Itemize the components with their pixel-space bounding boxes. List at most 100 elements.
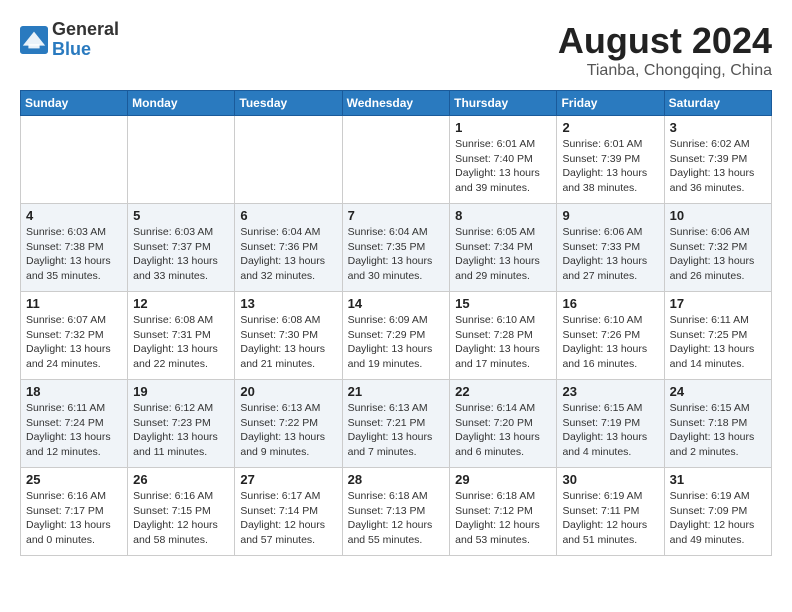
sub-title: Tianba, Chongqing, China — [558, 62, 772, 80]
day-number: 31 — [670, 472, 766, 487]
calendar-cell: 10 Sunrise: 6:06 AM Sunset: 7:32 PM Dayli… — [664, 204, 771, 292]
logo-icon — [20, 26, 48, 54]
calendar-cell: 13 Sunrise: 6:08 AM Sunset: 7:30 PM Dayli… — [235, 292, 342, 380]
day-info: Sunrise: 6:08 AM Sunset: 7:31 PM Dayligh… — [133, 313, 229, 372]
day-number: 19 — [133, 384, 229, 399]
logo: General Blue — [20, 20, 119, 60]
calendar-week-row: 25Sunrise: 6:16 AM Sunset: 7:17 PM Dayli… — [21, 468, 772, 556]
day-info: Sunrise: 6:14 AM Sunset: 7:20 PM Dayligh… — [455, 401, 551, 460]
day-number: 24 — [670, 384, 766, 399]
day-info: Sunrise: 6:05 AM Sunset: 7:34 PM Dayligh… — [455, 225, 551, 284]
calendar-cell — [342, 116, 450, 204]
calendar-week-row: 4 Sunrise: 6:03 AM Sunset: 7:38 PM Daylig… — [21, 204, 772, 292]
day-number: 9 — [562, 208, 658, 223]
day-number: 22 — [455, 384, 551, 399]
calendar-cell: 29Sunrise: 6:18 AM Sunset: 7:12 PM Dayli… — [450, 468, 557, 556]
weekday-header: Thursday — [450, 91, 557, 116]
weekday-header: Tuesday — [235, 91, 342, 116]
calendar-cell: 4 Sunrise: 6:03 AM Sunset: 7:38 PM Daylig… — [21, 204, 128, 292]
day-info: Sunrise: 6:12 AM Sunset: 7:23 PM Dayligh… — [133, 401, 229, 460]
calendar-week-row: 18 Sunrise: 6:11 AM Sunset: 7:24 PM Dayli… — [21, 380, 772, 468]
calendar-cell: 1 Sunrise: 6:01 AM Sunset: 7:40 PM Daylig… — [450, 116, 557, 204]
day-info: Sunrise: 6:09 AM Sunset: 7:29 PM Dayligh… — [348, 313, 445, 372]
day-info: Sunrise: 6:15 AM Sunset: 7:19 PM Dayligh… — [562, 401, 658, 460]
day-info: Sunrise: 6:04 AM Sunset: 7:35 PM Dayligh… — [348, 225, 445, 284]
day-info: Sunrise: 6:11 AM Sunset: 7:25 PM Dayligh… — [670, 313, 766, 372]
day-number: 1 — [455, 120, 551, 135]
day-info: Sunrise: 6:19 AM Sunset: 7:09 PM Dayligh… — [670, 489, 766, 548]
calendar-table: SundayMondayTuesdayWednesdayThursdayFrid… — [20, 90, 772, 556]
day-info: Sunrise: 6:03 AM Sunset: 7:38 PM Dayligh… — [26, 225, 122, 284]
day-info: Sunrise: 6:10 AM Sunset: 7:28 PM Dayligh… — [455, 313, 551, 372]
calendar-cell: 27Sunrise: 6:17 AM Sunset: 7:14 PM Dayli… — [235, 468, 342, 556]
calendar-cell: 28 Sunrise: 6:18 AM Sunset: 7:13 PM Dayli… — [342, 468, 450, 556]
calendar-cell: 8 Sunrise: 6:05 AM Sunset: 7:34 PM Daylig… — [450, 204, 557, 292]
day-info: Sunrise: 6:17 AM Sunset: 7:14 PM Dayligh… — [240, 489, 336, 548]
day-number: 11 — [26, 296, 122, 311]
day-number: 30 — [562, 472, 658, 487]
calendar-cell: 9Sunrise: 6:06 AM Sunset: 7:33 PM Daylig… — [557, 204, 664, 292]
calendar-body: 1 Sunrise: 6:01 AM Sunset: 7:40 PM Daylig… — [21, 116, 772, 556]
day-info: Sunrise: 6:03 AM Sunset: 7:37 PM Dayligh… — [133, 225, 229, 284]
weekday-header: Sunday — [21, 91, 128, 116]
calendar-cell: 24 Sunrise: 6:15 AM Sunset: 7:18 PM Dayli… — [664, 380, 771, 468]
day-number: 20 — [240, 384, 336, 399]
calendar-cell: 30 Sunrise: 6:19 AM Sunset: 7:11 PM Dayli… — [557, 468, 664, 556]
day-info: Sunrise: 6:16 AM Sunset: 7:15 PM Dayligh… — [133, 489, 229, 548]
day-number: 10 — [670, 208, 766, 223]
calendar-cell: 21Sunrise: 6:13 AM Sunset: 7:21 PM Dayli… — [342, 380, 450, 468]
day-number: 21 — [348, 384, 445, 399]
day-info: Sunrise: 6:02 AM Sunset: 7:39 PM Dayligh… — [670, 137, 766, 196]
day-number: 2 — [562, 120, 658, 135]
calendar-cell: 15 Sunrise: 6:10 AM Sunset: 7:28 PM Dayli… — [450, 292, 557, 380]
calendar-cell: 19 Sunrise: 6:12 AM Sunset: 7:23 PM Dayli… — [128, 380, 235, 468]
day-number: 28 — [348, 472, 445, 487]
calendar-cell: 25Sunrise: 6:16 AM Sunset: 7:17 PM Dayli… — [21, 468, 128, 556]
calendar-cell — [128, 116, 235, 204]
day-number: 16 — [562, 296, 658, 311]
calendar-cell: 26 Sunrise: 6:16 AM Sunset: 7:15 PM Dayli… — [128, 468, 235, 556]
calendar-week-row: 1 Sunrise: 6:01 AM Sunset: 7:40 PM Daylig… — [21, 116, 772, 204]
day-number: 8 — [455, 208, 551, 223]
calendar-cell: 22 Sunrise: 6:14 AM Sunset: 7:20 PM Dayli… — [450, 380, 557, 468]
weekday-header: Wednesday — [342, 91, 450, 116]
day-info: Sunrise: 6:08 AM Sunset: 7:30 PM Dayligh… — [240, 313, 336, 372]
weekday-row: SundayMondayTuesdayWednesdayThursdayFrid… — [21, 91, 772, 116]
calendar-cell: 5 Sunrise: 6:03 AM Sunset: 7:37 PM Daylig… — [128, 204, 235, 292]
day-number: 26 — [133, 472, 229, 487]
logo-text: General Blue — [52, 20, 119, 60]
day-info: Sunrise: 6:13 AM Sunset: 7:22 PM Dayligh… — [240, 401, 336, 460]
day-number: 5 — [133, 208, 229, 223]
day-number: 7 — [348, 208, 445, 223]
day-info: Sunrise: 6:07 AM Sunset: 7:32 PM Dayligh… — [26, 313, 122, 372]
day-info: Sunrise: 6:18 AM Sunset: 7:13 PM Dayligh… — [348, 489, 445, 548]
day-info: Sunrise: 6:11 AM Sunset: 7:24 PM Dayligh… — [26, 401, 122, 460]
main-title: August 2024 — [558, 20, 772, 62]
day-info: Sunrise: 6:01 AM Sunset: 7:39 PM Dayligh… — [562, 137, 658, 196]
day-info: Sunrise: 6:19 AM Sunset: 7:11 PM Dayligh… — [562, 489, 658, 548]
calendar-cell: 6 Sunrise: 6:04 AM Sunset: 7:36 PM Daylig… — [235, 204, 342, 292]
calendar-cell: 31 Sunrise: 6:19 AM Sunset: 7:09 PM Dayli… — [664, 468, 771, 556]
calendar-cell — [21, 116, 128, 204]
day-number: 13 — [240, 296, 336, 311]
day-number: 6 — [240, 208, 336, 223]
day-info: Sunrise: 6:01 AM Sunset: 7:40 PM Dayligh… — [455, 137, 551, 196]
day-number: 14 — [348, 296, 445, 311]
day-number: 25 — [26, 472, 122, 487]
weekday-header: Friday — [557, 91, 664, 116]
weekday-header: Monday — [128, 91, 235, 116]
calendar-cell — [235, 116, 342, 204]
calendar-cell: 23 Sunrise: 6:15 AM Sunset: 7:19 PM Dayli… — [557, 380, 664, 468]
day-info: Sunrise: 6:18 AM Sunset: 7:12 PM Dayligh… — [455, 489, 551, 548]
day-number: 15 — [455, 296, 551, 311]
day-number: 23 — [562, 384, 658, 399]
calendar-cell: 14 Sunrise: 6:09 AM Sunset: 7:29 PM Dayli… — [342, 292, 450, 380]
day-info: Sunrise: 6:10 AM Sunset: 7:26 PM Dayligh… — [562, 313, 658, 372]
calendar-cell: 20 Sunrise: 6:13 AM Sunset: 7:22 PM Dayli… — [235, 380, 342, 468]
day-number: 18 — [26, 384, 122, 399]
calendar-cell: 3Sunrise: 6:02 AM Sunset: 7:39 PM Daylig… — [664, 116, 771, 204]
day-info: Sunrise: 6:04 AM Sunset: 7:36 PM Dayligh… — [240, 225, 336, 284]
day-number: 4 — [26, 208, 122, 223]
day-info: Sunrise: 6:06 AM Sunset: 7:32 PM Dayligh… — [670, 225, 766, 284]
day-info: Sunrise: 6:15 AM Sunset: 7:18 PM Dayligh… — [670, 401, 766, 460]
